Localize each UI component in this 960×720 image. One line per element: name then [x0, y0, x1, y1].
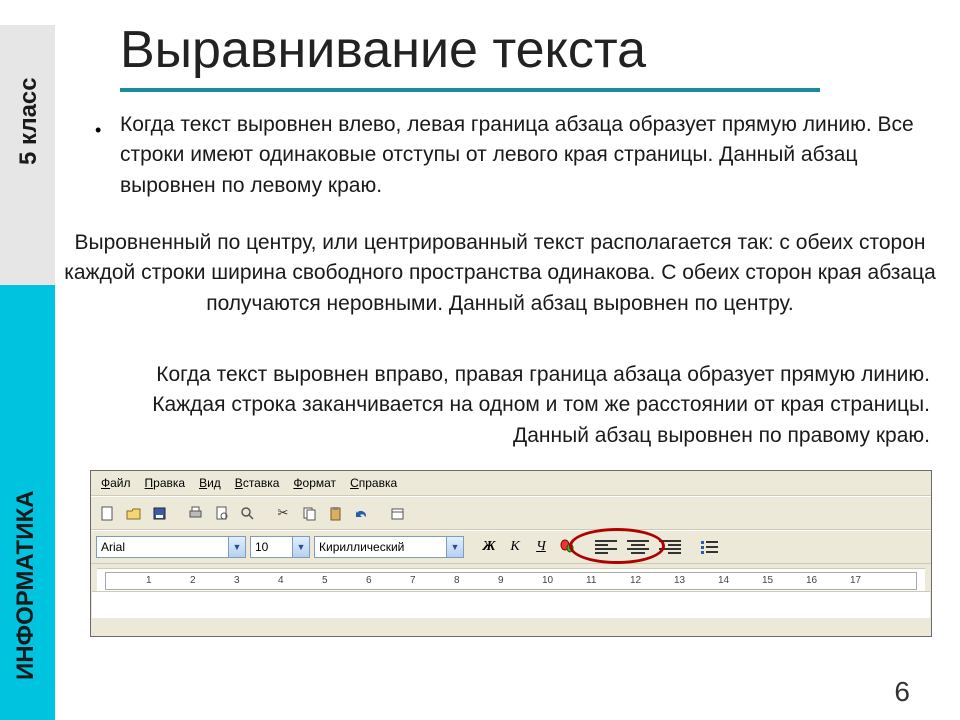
menu-insert[interactable]: Вставка	[229, 474, 286, 492]
underline-button[interactable]: Ч	[530, 536, 552, 558]
chevron-down-icon[interactable]: ▼	[228, 537, 245, 557]
datetime-icon[interactable]	[386, 502, 408, 524]
fontsize-combo[interactable]: 10 ▼	[250, 536, 310, 558]
paragraph-left: Когда текст выровнен влево, левая границ…	[120, 110, 920, 201]
italic-button[interactable]: К	[504, 536, 526, 558]
ruler-tick: 16	[806, 575, 817, 586]
save-icon[interactable]	[148, 502, 170, 524]
bullet-dot: •	[95, 120, 101, 141]
title-underline	[120, 88, 820, 92]
ruler: 1 2 3 4 5 6 7 8 9 10 11 12 13 14 15 16 1…	[97, 568, 925, 591]
menu-view[interactable]: Вид	[193, 474, 227, 492]
align-center-button[interactable]	[624, 533, 652, 561]
undo-icon[interactable]	[350, 502, 372, 524]
menubar: Файл Правка Вид Вставка Формат Справка	[91, 471, 931, 496]
ruler-tick: 7	[410, 575, 416, 586]
ruler-tick: 2	[190, 575, 196, 586]
bold-button[interactable]: Ж	[478, 536, 500, 558]
sidebar-label-top: 5 класс	[15, 77, 43, 165]
sidebar-label-bottom: ИНФОРМАТИКА	[12, 491, 40, 680]
ruler-tick: 14	[718, 575, 729, 586]
menu-format[interactable]: Формат	[287, 474, 342, 492]
font-value: Arial	[101, 540, 125, 554]
print-icon[interactable]	[184, 502, 206, 524]
menu-edit[interactable]: Правка	[139, 474, 192, 492]
charset-combo[interactable]: Кириллический ▼	[314, 536, 464, 558]
toolbar-main: ✂	[91, 496, 931, 530]
ruler-tick: 6	[366, 575, 372, 586]
paste-icon[interactable]	[324, 502, 346, 524]
bullets-button[interactable]	[698, 533, 726, 561]
ruler-tick: 3	[234, 575, 240, 586]
menu-file[interactable]: Файл	[95, 474, 137, 492]
fontsize-value: 10	[255, 540, 268, 554]
ruler-tick: 12	[630, 575, 641, 586]
new-icon[interactable]	[96, 502, 118, 524]
page-title: Выравнивание текста	[120, 20, 646, 80]
find-icon[interactable]	[236, 502, 258, 524]
ruler-tick: 11	[586, 575, 596, 586]
wordpad-window: Файл Правка Вид Вставка Формат Справка ✂…	[90, 470, 932, 637]
ruler-tick: 13	[674, 575, 685, 586]
font-combo[interactable]: Arial ▼	[96, 536, 246, 558]
copy-icon[interactable]	[298, 502, 320, 524]
paragraph-right: Когда текст выровнен вправо, правая гран…	[100, 360, 930, 451]
charset-value: Кириллический	[319, 540, 404, 554]
ruler-tick: 15	[762, 575, 773, 586]
ruler-tick: 9	[498, 575, 504, 586]
chevron-down-icon[interactable]: ▼	[446, 537, 463, 557]
open-icon[interactable]	[122, 502, 144, 524]
ruler-tick: 10	[542, 575, 553, 586]
align-right-button[interactable]	[656, 533, 684, 561]
ruler-tick: 8	[454, 575, 460, 586]
toolbar-format: Arial ▼ 10 ▼ Кириллический ▼ Ж К Ч	[91, 530, 931, 564]
preview-icon[interactable]	[210, 502, 232, 524]
align-left-button[interactable]	[592, 533, 620, 561]
chevron-down-icon[interactable]: ▼	[292, 537, 309, 557]
ruler-tick: 4	[278, 575, 284, 586]
document-area[interactable]	[92, 591, 930, 618]
ruler-tick: 5	[322, 575, 328, 586]
paragraph-center: Выровненный по центру, или центрированны…	[55, 228, 945, 319]
menu-help[interactable]: Справка	[344, 474, 403, 492]
page-number: 6	[894, 676, 910, 708]
font-color-button[interactable]	[556, 536, 578, 558]
ruler-tick: 1	[146, 575, 152, 586]
cut-icon[interactable]: ✂	[272, 502, 294, 524]
ruler-scale: 1 2 3 4 5 6 7 8 9 10 11 12 13 14 15 16 1…	[105, 572, 917, 590]
ruler-tick: 17	[850, 575, 861, 586]
